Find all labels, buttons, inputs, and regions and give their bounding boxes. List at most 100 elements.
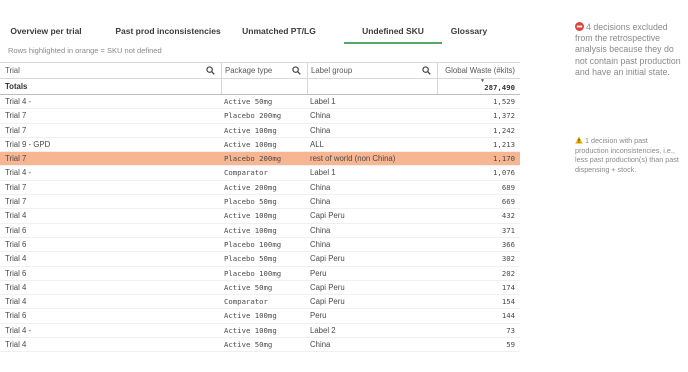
label-group-cell[interactable]: China [307,124,437,137]
trial-cell[interactable]: Trial 4 - [0,166,221,179]
table-row[interactable]: Trial 4 Active 50mg China 59 [0,338,520,353]
global-waste-cell[interactable]: 371 [437,224,520,237]
sort-descending-icon[interactable]: ▼ [481,79,484,84]
label-group-cell[interactable]: Label 1 [307,166,437,179]
trial-cell[interactable]: Trial 4 [0,209,221,222]
table-row[interactable]: Trial 7 Placebo 200mg China 1,372 [0,109,520,124]
trial-cell[interactable]: Trial 6 [0,224,221,237]
package-type-cell[interactable]: Active 50mg [221,95,307,108]
table-row[interactable]: Trial 4 - Active 50mg Label 1 1,529 [0,95,520,110]
tab-overview-per-trial[interactable]: Overview per trial [8,20,84,44]
global-waste-cell[interactable]: 154 [437,295,520,308]
package-type-cell[interactable]: Comparator [221,166,307,179]
label-group-cell[interactable]: rest of world (non China) [307,152,437,165]
tab-unmatched-pt-lg[interactable]: Unmatched PT/LG [236,20,322,44]
label-group-cell[interactable]: Capi Peru [307,252,437,265]
global-waste-cell[interactable]: 302 [437,252,520,265]
global-waste-cell[interactable]: 1,213 [437,138,520,151]
column-header-global-waste[interactable]: Global Waste (#kits) [437,63,520,78]
table-row[interactable]: Trial 6 Placebo 100mg Peru 202 [0,267,520,281]
package-type-cell[interactable]: Active 100mg [221,324,307,337]
table-row[interactable]: Trial 7 Active 200mg China 689 [0,181,520,196]
package-type-cell[interactable]: Active 50mg [221,338,307,351]
package-type-cell[interactable]: Placebo 200mg [221,109,307,122]
trial-cell[interactable]: Trial 6 [0,309,221,322]
table-row[interactable]: Trial 6 Placebo 100mg China 366 [0,238,520,253]
table-row[interactable]: Trial 7 Placebo 50mg China 669 [0,195,520,210]
package-type-cell[interactable]: Active 200mg [221,181,307,194]
global-waste-cell[interactable]: 174 [437,281,520,294]
global-waste-cell[interactable]: 689 [437,181,520,194]
package-type-cell[interactable]: Active 100mg [221,124,307,137]
package-type-cell[interactable]: Placebo 50mg [221,252,307,265]
global-waste-cell[interactable]: 1,170 [437,152,520,165]
trial-cell[interactable]: Trial 6 [0,267,221,280]
trial-cell[interactable]: Trial 7 [0,124,221,137]
column-header-package-type[interactable]: Package type [221,63,307,78]
package-type-cell[interactable]: Active 100mg [221,224,307,237]
package-type-cell[interactable]: Placebo 200mg [221,152,307,165]
trial-cell[interactable]: Trial 7 [0,181,221,194]
label-group-cell[interactable]: China [307,224,437,237]
trial-cell[interactable]: Trial 7 [0,109,221,122]
trial-cell[interactable]: Trial 4 [0,295,221,308]
label-group-cell[interactable]: China [307,238,437,251]
table-row[interactable]: Trial 6 Active 100mg China 371 [0,224,520,238]
package-type-cell[interactable]: Placebo 100mg [221,267,307,280]
table-row[interactable]: Trial 4 Placebo 50mg Capi Peru 302 [0,252,520,267]
trial-cell[interactable]: Trial 6 [0,238,221,251]
global-waste-cell[interactable]: 1,076 [437,166,520,179]
package-type-cell[interactable]: Placebo 50mg [221,195,307,208]
table-row[interactable]: Trial 9 - GPD Active 100mg ALL 1,213 [0,138,520,153]
global-waste-cell[interactable]: 1,529 [437,95,520,108]
global-waste-cell[interactable]: 59 [437,338,520,351]
table-row-highlighted[interactable]: Trial 7 Placebo 200mg rest of world (non C… [0,152,520,167]
global-waste-cell[interactable]: 1,242 [437,124,520,137]
trial-cell[interactable]: Trial 9 - GPD [0,138,221,151]
search-icon[interactable] [292,66,301,75]
search-icon[interactable] [422,66,431,75]
package-type-cell[interactable]: Active 100mg [221,138,307,151]
tab-glossary[interactable]: Glossary [448,20,490,44]
table-row[interactable]: Trial 4 - Active 100mg Label 2 73 [0,324,520,339]
trial-cell[interactable]: Trial 4 [0,281,221,294]
tab-undefined-sku[interactable]: Undefined SKU [344,20,442,44]
global-waste-cell[interactable]: 366 [437,238,520,251]
package-type-cell[interactable]: Active 100mg [221,209,307,222]
package-type-cell[interactable]: Active 50mg [221,281,307,294]
global-waste-cell[interactable]: 144 [437,309,520,322]
global-waste-cell[interactable]: 202 [437,267,520,280]
search-icon[interactable] [206,66,215,75]
label-group-cell[interactable]: Peru [307,267,437,280]
global-waste-cell[interactable]: 432 [437,209,520,222]
package-type-cell[interactable]: Active 100mg [221,309,307,322]
trial-cell[interactable]: Trial 7 [0,195,221,208]
global-waste-cell[interactable]: 669 [437,195,520,208]
label-group-cell[interactable]: China [307,181,437,194]
global-waste-cell[interactable]: 1,372 [437,109,520,122]
trial-cell[interactable]: Trial 4 [0,338,221,351]
label-group-cell[interactable]: ALL [307,138,437,151]
table-row[interactable]: Trial 6 Active 100mg Peru 144 [0,309,520,324]
table-row[interactable]: Trial 4 Active 100mg Capi Peru 432 [0,209,520,224]
label-group-cell[interactable]: China [307,338,437,351]
label-group-cell[interactable]: Label 2 [307,324,437,337]
table-row[interactable]: Trial 4 Comparator Capi Peru 154 [0,295,520,310]
trial-cell[interactable]: Trial 4 - [0,95,221,108]
trial-cell[interactable]: Trial 7 [0,152,221,165]
table-row[interactable]: Trial 4 Active 50mg Capi Peru 174 [0,281,520,296]
label-group-cell[interactable]: Label 1 [307,95,437,108]
label-group-cell[interactable]: Capi Peru [307,209,437,222]
label-group-cell[interactable]: Capi Peru [307,281,437,294]
label-group-cell[interactable]: China [307,195,437,208]
column-header-label-group[interactable]: Label group [307,63,437,78]
global-waste-cell[interactable]: 73 [437,324,520,337]
package-type-cell[interactable]: Comparator [221,295,307,308]
table-row[interactable]: Trial 4 - Comparator Label 1 1,076 [0,166,520,181]
label-group-cell[interactable]: Capi Peru [307,295,437,308]
trial-cell[interactable]: Trial 4 [0,252,221,265]
table-row[interactable]: Trial 7 Active 100mg China 1,242 [0,124,520,138]
label-group-cell[interactable]: Peru [307,309,437,322]
tab-past-prod-inconsistencies[interactable]: Past prod inconsistencies [112,20,224,44]
column-header-trial[interactable]: Trial [0,63,221,78]
